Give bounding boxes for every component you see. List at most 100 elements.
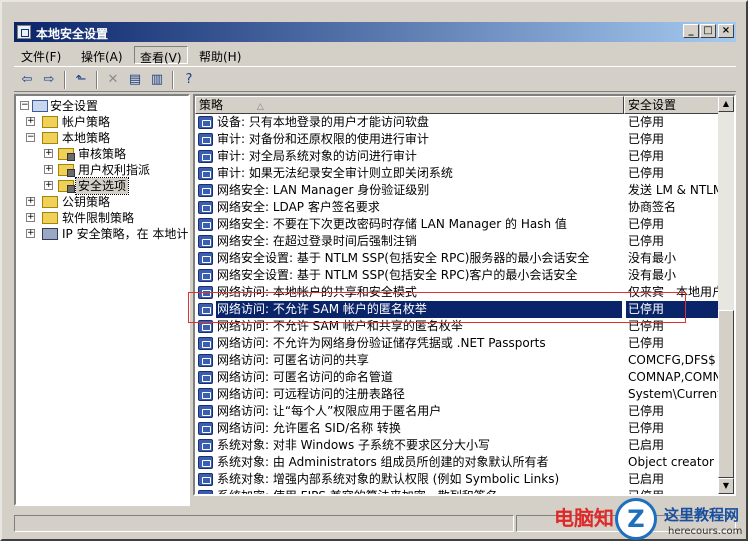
policy-icon — [198, 422, 213, 435]
toolbar: ⇦ ⇨ ⬑ ✕ ▤ ▥ ? — [14, 66, 736, 92]
policy-row[interactable]: 网络访问: 不允许 SAM 帐户和共享的匿名枚举 已停用 — [195, 318, 722, 335]
policy-rows: 设备: 只有本地登录的用户才能访问软盘 已停用 审计: 对备份和还原权限的使用进行审… — [195, 114, 722, 494]
policy-row[interactable]: 网络安全: 在超过登录时间后强制注销 已停用 — [195, 233, 722, 250]
tree-pane: − 安全设置 + 帐户策略 − 本地策略 + 审核策略 + 用户权利指派 + 安… — [14, 94, 190, 506]
policy-row[interactable]: 审计: 对备份和还原权限的使用进行审计 已停用 — [195, 131, 722, 148]
policy-icon — [198, 439, 213, 452]
menu-action[interactable]: 操作(A) — [76, 46, 128, 64]
export-list-icon[interactable]: ▥ — [148, 71, 166, 89]
menu-view[interactable]: 查看(V) — [134, 46, 188, 65]
properties-icon[interactable]: ▤ — [126, 71, 144, 89]
policy-name: 系统对象: 由 Administrators 组成员所创建的对象默认所有者 — [217, 455, 549, 469]
policy-icon — [198, 320, 213, 333]
policy-setting: System\CurrentControlSet — [628, 387, 722, 401]
policy-row[interactable]: 网络访问: 本地帐户的共享和安全模式 仅来宾 - 本地用户以来宾身份验证 — [195, 284, 722, 301]
expand-icon[interactable]: + — [26, 229, 35, 238]
policy-name: 网络安全: LAN Manager 身份验证级别 — [217, 183, 430, 197]
policy-row[interactable]: 网络安全设置: 基于 NTLM SSP(包括安全 RPC)服务器的最小会话安全 没… — [195, 250, 722, 267]
policy-setting: COMCFG,DFS$ — [628, 353, 716, 367]
status-cell — [14, 515, 514, 532]
vertical-scrollbar[interactable]: ▲ ▼ — [718, 96, 734, 494]
policy-row[interactable]: 系统对象: 对非 Windows 子系统不要求区分大小写 已启用 — [195, 437, 722, 454]
policy-row[interactable]: 网络访问: 让“每个人”权限应用于匿名用户 已停用 — [195, 403, 722, 420]
policy-row[interactable]: 审计: 对全局系统对象的访问进行审计 已停用 — [195, 148, 722, 165]
policy-icon — [198, 167, 213, 180]
policy-list-pane: 策略 △ 安全设置 设备: 只有本地登录的用户才能访问软盘 已停用 审计: 对备份和… — [193, 94, 736, 496]
policy-row[interactable]: 网络访问: 可匿名访问的共享 COMCFG,DFS$ — [195, 352, 722, 369]
menu-help[interactable]: 帮助(H) — [194, 46, 246, 64]
policy-name: 系统对象: 增强内部系统对象的默认权限 (例如 Symbolic Links) — [217, 472, 560, 486]
policy-row[interactable]: 系统加密: 使用 FIPS 兼容的算法来加密，散列和签名已停用 — [195, 488, 722, 494]
policy-icon — [198, 150, 213, 163]
policy-row[interactable]: 审计: 如果无法纪录安全审计则立即关闭系统 已停用 — [195, 165, 722, 182]
policy-setting: 已启用 — [628, 472, 665, 486]
scroll-up-icon[interactable]: ▲ — [718, 96, 734, 112]
policy-icon — [198, 218, 213, 231]
help-icon[interactable]: ? — [180, 71, 198, 89]
policy-setting: COMNAP,COMNODE,SQL\QUERY — [628, 370, 722, 384]
column-label: 安全设置 — [628, 98, 677, 112]
expand-icon[interactable]: + — [26, 197, 35, 206]
maximize-button[interactable]: □ — [700, 24, 716, 38]
policy-row[interactable]: 网络安全: LAN Manager 身份验证级别 发送 LM & NTLM 响应 — [195, 182, 722, 199]
up-folder-icon[interactable]: ⬑ — [72, 71, 90, 89]
policy-icon — [198, 337, 213, 350]
folder-icon — [58, 180, 75, 193]
policy-row[interactable]: 网络访问: 可匿名访问的命名管道 COMNAP,COMNODE,SQL\QUERY — [195, 369, 722, 386]
expand-icon[interactable]: + — [44, 165, 53, 174]
title-bar[interactable]: 本地安全设置 _ □ × — [14, 22, 736, 42]
column-header-setting[interactable]: 安全设置 — [624, 96, 722, 114]
expand-icon[interactable]: + — [44, 149, 53, 158]
menu-bar: 文件(F) 操作(A) 查看(V) 帮助(H) — [14, 44, 736, 65]
policy-setting: 协商签名 — [628, 200, 677, 214]
expand-icon[interactable]: + — [44, 181, 53, 190]
policy-icon — [198, 133, 213, 146]
expand-icon[interactable]: + — [26, 213, 35, 222]
column-header-policy[interactable]: 策略 △ — [195, 96, 624, 114]
policy-row[interactable]: 网络访问: 允许匿名 SID/名称 转换 已停用 — [195, 420, 722, 437]
folder-icon — [42, 196, 58, 208]
policy-row[interactable]: 系统对象: 增强内部系统对象的默认权限 (例如 Symbolic Links) 已… — [195, 471, 722, 488]
expand-icon[interactable]: + — [26, 117, 35, 126]
policy-name: 系统加密: 使用 FIPS 兼容的算法来加密，散列和签名 — [216, 488, 622, 494]
folder-icon — [58, 164, 75, 177]
forward-arrow-icon[interactable]: ⇨ — [40, 71, 58, 89]
scroll-down-icon[interactable]: ▼ — [718, 478, 734, 494]
toolbar-separator — [172, 71, 174, 89]
collapse-icon[interactable]: − — [20, 101, 29, 110]
close-button[interactable]: × — [718, 24, 734, 38]
policy-row[interactable]: 网络安全: 不要在下次更改密码时存储 LAN Manager 的 Hash 值 已… — [195, 216, 722, 233]
policy-row[interactable]: 网络安全设置: 基于 NTLM SSP(包括安全 RPC)客户的最小会话安全 没有… — [195, 267, 722, 284]
policy-name: 网络访问: 不允许 SAM 帐户的匿名枚举 — [216, 301, 622, 318]
collapse-icon[interactable]: − — [26, 133, 35, 142]
back-arrow-icon[interactable]: ⇦ — [18, 71, 36, 89]
app-icon — [17, 25, 31, 39]
policy-name: 网络访问: 不允许为网络身份验证储存凭据或 .NET Passports — [217, 336, 546, 350]
policy-row[interactable]: 系统对象: 由 Administrators 组成员所创建的对象默认所有者 Obj… — [195, 454, 722, 471]
tree-label: 安全设置 — [50, 99, 99, 113]
policy-name: 网络访问: 让“每个人”权限应用于匿名用户 — [217, 404, 442, 418]
policy-icon — [198, 405, 213, 418]
minimize-button[interactable]: _ — [683, 24, 699, 38]
scroll-thumb[interactable] — [718, 310, 734, 478]
policy-row[interactable]: 网络访问: 可远程访问的注册表路径 System\CurrentControlSe… — [195, 386, 722, 403]
policy-name: 审计: 对备份和还原权限的使用进行审计 — [217, 132, 429, 146]
policy-row[interactable]: 网络安全: LDAP 客户签名要求 协商签名 — [195, 199, 722, 216]
folder-icon — [42, 132, 58, 144]
delete-icon[interactable]: ✕ — [104, 71, 122, 89]
policy-row[interactable]: 设备: 只有本地登录的用户才能访问软盘 已停用 — [195, 114, 722, 131]
tree-label: 公钥策略 — [62, 195, 111, 209]
folder-icon — [42, 116, 58, 128]
toolbar-separator — [96, 71, 98, 89]
policy-setting: Object creator — [628, 455, 714, 469]
policy-setting: 仅来宾 - 本地用户以来宾身份验证 — [628, 285, 722, 299]
policy-row[interactable]: 网络访问: 不允许 SAM 帐户的匿名枚举 已停用 — [195, 301, 722, 318]
policy-icon — [198, 456, 213, 469]
policy-name: 网络安全设置: 基于 NTLM SSP(包括安全 RPC)服务器的最小会话安全 — [217, 251, 590, 265]
menu-file[interactable]: 文件(F) — [16, 46, 66, 64]
folder-icon — [58, 148, 75, 161]
policy-icon — [198, 235, 213, 248]
policy-name: 网络访问: 本地帐户的共享和安全模式 — [217, 285, 417, 299]
policy-row[interactable]: 网络访问: 不允许为网络身份验证储存凭据或 .NET Passports 已停用 — [195, 335, 722, 352]
network-policy-icon — [42, 228, 58, 240]
